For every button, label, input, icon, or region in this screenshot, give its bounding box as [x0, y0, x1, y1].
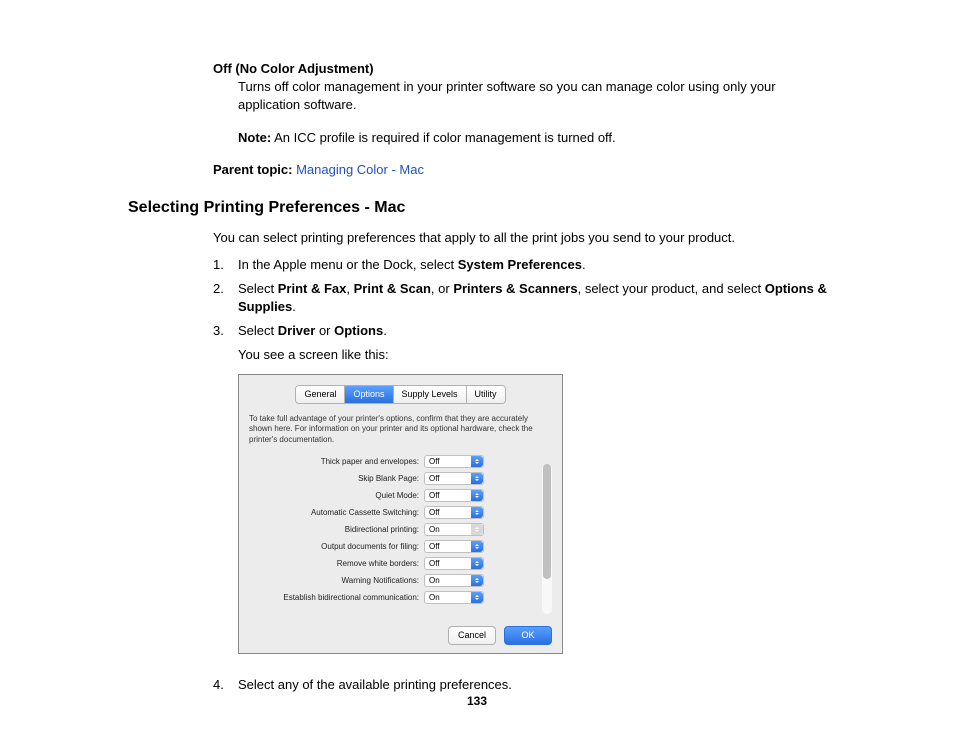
scrollbar-thumb[interactable] — [543, 464, 551, 579]
tab-supply-levels[interactable]: Supply Levels — [394, 386, 467, 403]
option-row: Warning Notifications: On — [249, 572, 534, 589]
chevron-updown-icon — [471, 541, 483, 552]
tab-segment: General Options Supply Levels Utility — [295, 385, 505, 404]
tab-bar: General Options Supply Levels Utility — [249, 385, 552, 404]
options-dialog: General Options Supply Levels Utility To… — [238, 374, 563, 653]
option-row: Remove white borders: Off — [249, 555, 534, 572]
step-body: Select Driver or Options. You see a scre… — [238, 322, 838, 364]
dialog-footer: Cancel OK — [249, 626, 552, 645]
option-value: On — [429, 524, 440, 535]
chevron-updown-icon — [471, 507, 483, 518]
chevron-updown-icon — [471, 575, 483, 586]
option-select[interactable]: Off — [424, 489, 484, 502]
page-number: 133 — [0, 693, 954, 710]
dialog-help-text: To take full advantage of your printer's… — [249, 414, 534, 445]
option-label: Output documents for filing: — [249, 541, 424, 552]
tab-general[interactable]: General — [296, 386, 345, 403]
cancel-button[interactable]: Cancel — [448, 626, 496, 645]
option-label: Bidirectional printing: — [249, 524, 424, 535]
step-list-continued: 4. Select any of the available printing … — [213, 676, 838, 694]
option-row: Output documents for filing: Off — [249, 538, 534, 555]
option-value: On — [429, 592, 440, 603]
step-num: 3. — [213, 322, 238, 364]
parent-topic: Parent topic: Managing Color - Mac — [213, 161, 838, 179]
option-row: Automatic Cassette Switching: Off — [249, 504, 534, 521]
option-value: Off — [429, 456, 440, 467]
option-label: Automatic Cassette Switching: — [249, 507, 424, 518]
step-1: 1. In the Apple menu or the Dock, select… — [213, 256, 838, 274]
option-value: Off — [429, 558, 440, 569]
option-label: Warning Notifications: — [249, 575, 424, 586]
chevron-updown-icon — [471, 456, 483, 467]
scrollbar[interactable] — [542, 464, 552, 614]
option-row: Skip Blank Page: Off — [249, 470, 534, 487]
off-body: Turns off color management in your print… — [238, 78, 838, 114]
parent-topic-link[interactable]: Managing Color - Mac — [292, 162, 424, 177]
step-num: 4. — [213, 676, 238, 694]
option-label: Quiet Mode: — [249, 490, 424, 501]
option-select[interactable]: Off — [424, 472, 484, 485]
option-select[interactable]: On — [424, 574, 484, 587]
option-value: Off — [429, 473, 440, 484]
tab-options[interactable]: Options — [345, 386, 393, 403]
option-value: On — [429, 575, 440, 586]
option-row: Quiet Mode: Off — [249, 487, 534, 504]
step-body: In the Apple menu or the Dock, select Sy… — [238, 256, 838, 274]
option-select[interactable]: Off — [424, 540, 484, 553]
option-label: Remove white borders: — [249, 558, 424, 569]
off-title: Off (No Color Adjustment) — [213, 60, 838, 78]
option-value: Off — [429, 541, 440, 552]
option-row: Establish bidirectional communication: On — [249, 589, 534, 606]
step-4: 4. Select any of the available printing … — [213, 676, 838, 694]
options-rows: Thick paper and envelopes:OffSkip Blank … — [249, 453, 534, 606]
option-label: Establish bidirectional communication: — [249, 592, 424, 603]
option-value: Off — [429, 507, 440, 518]
option-select[interactable]: Off — [424, 557, 484, 570]
step-list: 1. In the Apple menu or the Dock, select… — [213, 256, 838, 365]
step-body: Select Print & Fax, Print & Scan, or Pri… — [238, 280, 838, 316]
option-label: Thick paper and envelopes: — [249, 456, 424, 467]
note-label: Note: — [238, 130, 271, 145]
option-value: Off — [429, 490, 440, 501]
option-select[interactable]: Off — [424, 506, 484, 519]
option-select[interactable]: On — [424, 523, 484, 536]
tab-utility[interactable]: Utility — [467, 386, 505, 403]
option-select[interactable]: On — [424, 591, 484, 604]
chevron-updown-icon — [471, 490, 483, 501]
step-body: Select any of the available printing pre… — [238, 676, 838, 694]
section-intro: You can select printing preferences that… — [213, 229, 838, 247]
ok-button[interactable]: OK — [504, 626, 552, 645]
option-row: Thick paper and envelopes: Off — [249, 453, 534, 470]
step-num: 1. — [213, 256, 238, 274]
chevron-updown-icon — [471, 558, 483, 569]
note-body: An ICC profile is required if color mana… — [271, 130, 615, 145]
section-title: Selecting Printing Preferences - Mac — [128, 197, 838, 219]
step-2: 2. Select Print & Fax, Print & Scan, or … — [213, 280, 838, 316]
parent-topic-label: Parent topic: — [213, 162, 292, 177]
chevron-updown-icon — [471, 524, 483, 535]
option-label: Skip Blank Page: — [249, 473, 424, 484]
chevron-updown-icon — [471, 473, 483, 484]
step-3: 3. Select Driver or Options. You see a s… — [213, 322, 838, 364]
note-block: Note: An ICC profile is required if colo… — [238, 129, 838, 147]
step-sub: You see a screen like this: — [238, 346, 838, 364]
option-select[interactable]: Off — [424, 455, 484, 468]
option-row: Bidirectional printing: On — [249, 521, 534, 538]
step-num: 2. — [213, 280, 238, 316]
chevron-updown-icon — [471, 592, 483, 603]
